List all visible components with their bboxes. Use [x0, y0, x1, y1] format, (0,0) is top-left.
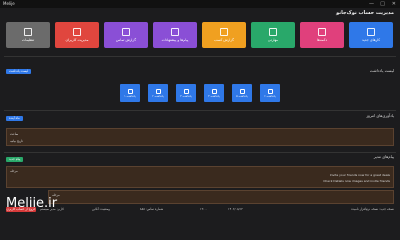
status-text: وضعیت: آنلاین	[92, 207, 110, 211]
quick-action-button[interactable]: کارهای جدید	[349, 22, 393, 48]
quick-action-button[interactable]: گزارش تماس	[104, 22, 148, 48]
messages-pill[interactable]: پیام جدید	[6, 157, 24, 162]
note-button[interactable]: یادداشت ۳	[176, 84, 196, 102]
edit-icon	[267, 88, 273, 94]
edit-icon	[183, 88, 189, 94]
page-title: مدیریت حساب نوک‌جانو	[336, 10, 394, 16]
quick-action-label: مدیریت کاربران	[65, 38, 89, 42]
quick-action-label: کارهای جدید	[362, 38, 380, 42]
note-label: یادداشت ۶	[264, 94, 276, 98]
maximize-icon[interactable]: □	[380, 0, 385, 8]
status-text: کاربر: مدیر سیستم	[40, 207, 64, 211]
phone-icon	[122, 28, 130, 36]
edit-icon	[155, 88, 161, 94]
notes-section-title: لیست یادداشت	[369, 68, 394, 73]
divider	[4, 152, 396, 153]
note-label: یادداشت ۲	[152, 94, 164, 98]
reminder-panel: ساعت تاریخ بیانیه	[6, 128, 394, 146]
reminders-pill[interactable]: ماه آینده	[6, 116, 23, 121]
message-panel: مرحله Invite your friends now for a grea…	[6, 166, 394, 188]
quick-action-label: گزارش کسب	[214, 38, 234, 42]
edit-icon	[127, 88, 133, 94]
status-text: ۱۴۰۲/۰۸/۱۲	[228, 207, 243, 211]
notes-pill[interactable]: لیست یادداشت	[6, 69, 32, 74]
quick-action-button[interactable]: پیام‌ها و پیشنهادات	[153, 22, 197, 48]
quick-action-label: پیام‌ها و پیشنهادات	[161, 38, 189, 42]
note-label: یادداشت ۴	[208, 94, 220, 98]
note-label: یادداشت ۱	[124, 94, 136, 98]
gear-icon	[24, 28, 32, 36]
document-icon	[220, 28, 228, 36]
edit-icon	[211, 88, 217, 94]
exit-button[interactable]: خروج از حساب کاربری	[6, 207, 36, 212]
close-icon[interactable]: ✕	[392, 0, 396, 8]
message-line: Check Details now images and invite frie…	[323, 179, 390, 183]
divider	[4, 56, 396, 57]
note-button[interactable]: یادداشت ۴	[204, 84, 224, 102]
divider	[4, 110, 396, 111]
quick-action-label: تنظیمات	[21, 38, 35, 42]
quick-action-button[interactable]: گزارش کسب	[202, 22, 246, 48]
quick-action-label: مهارتی	[267, 38, 279, 42]
status-text: شماره تماس: ۸۸۸	[140, 207, 164, 211]
reminders-section-title: یادآوری‌های امروز	[366, 113, 394, 118]
quick-action-button[interactable]: دکمه‌ها	[300, 22, 344, 48]
minimize-icon[interactable]: —	[369, 0, 374, 8]
reminder-line: تاریخ بیانیه	[10, 139, 23, 143]
version-text: نسخه جدید: نسخه نرم‌افزار نامیده	[351, 207, 394, 211]
app-title: Melije	[3, 1, 15, 6]
chat-icon	[171, 28, 179, 36]
users-icon	[73, 28, 81, 36]
edit-icon	[239, 88, 245, 94]
message-panel: مرحله	[48, 190, 394, 204]
messages-section-title: پیام‌های مدیر	[373, 154, 394, 159]
quick-action-label: گزارش تماس	[116, 38, 136, 42]
note-button[interactable]: یادداشت ۲	[148, 84, 168, 102]
quick-action-button[interactable]: تنظیمات	[6, 22, 50, 48]
edit-icon	[367, 28, 375, 36]
note-button[interactable]: یادداشت ۱	[120, 84, 140, 102]
message-title: مرحله	[10, 169, 18, 173]
status-text: ۱۲:۰۰	[200, 207, 208, 211]
book-icon	[269, 28, 277, 36]
note-label: یادداشت ۵	[236, 94, 248, 98]
edit-icon	[318, 28, 326, 36]
quick-action-button[interactable]: مهارتی	[251, 22, 295, 48]
message-line: Invite your friends now for a great deal…	[329, 173, 390, 177]
quick-action-label: دکمه‌ها	[316, 38, 328, 42]
note-button[interactable]: یادداشت ۶	[260, 84, 280, 102]
note-label: یادداشت ۳	[180, 94, 192, 98]
reminder-title: ساعت	[10, 132, 19, 136]
quick-action-button[interactable]: مدیریت کاربران	[55, 22, 99, 48]
note-button[interactable]: یادداشت ۵	[232, 84, 252, 102]
title-bar: Melije — □ ✕	[0, 0, 400, 8]
